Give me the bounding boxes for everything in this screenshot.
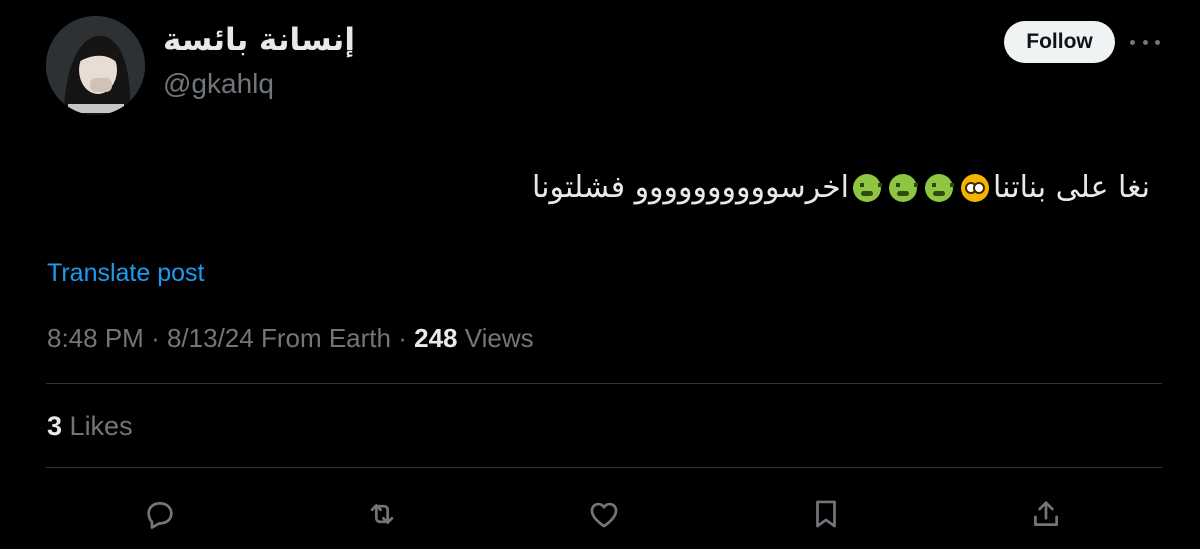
- flushed-face-emoji: [961, 174, 990, 202]
- reply-button[interactable]: [140, 494, 180, 534]
- views-count: 248: [414, 323, 458, 353]
- tweet-text: نغا على بناتنا اخرسوووووووووو فشلتونا: [440, 166, 1150, 210]
- share-icon: [1034, 501, 1058, 526]
- nauseated-face-emoji: [889, 174, 919, 202]
- bookmark-icon: [816, 500, 836, 528]
- translate-post-link[interactable]: Translate post: [47, 259, 204, 288]
- tweet-date[interactable]: 8/13/24: [167, 323, 254, 353]
- meta-separator: ·: [398, 323, 407, 353]
- author-handle[interactable]: @gkahlq: [163, 68, 274, 100]
- more-horizontal-icon: [1130, 39, 1135, 45]
- share-button[interactable]: [1026, 494, 1066, 534]
- meta-separator: ·: [151, 323, 160, 353]
- tweet-time[interactable]: 8:48 PM: [47, 323, 144, 353]
- avatar[interactable]: [46, 16, 145, 115]
- tweet-source: From Earth: [260, 323, 391, 353]
- tweet-text-part-2: اخرسوووووووووو فشلتونا: [531, 170, 850, 205]
- divider: [46, 383, 1162, 384]
- divider: [46, 467, 1162, 468]
- likes-stat[interactable]: 3 Likes: [47, 411, 133, 442]
- more-horizontal-icon-dot: [1155, 39, 1160, 45]
- follow-button[interactable]: Follow: [1004, 21, 1115, 63]
- likes-count: 3: [47, 411, 63, 441]
- tweet-meta: 8:48 PM · 8/13/24 From Earth · 248 Views: [47, 323, 534, 354]
- bookmark-button[interactable]: [806, 494, 846, 534]
- nauseated-face-emoji: [853, 174, 883, 202]
- views-label: Views: [464, 323, 534, 353]
- retweet-icon: [370, 504, 394, 524]
- nauseated-face-emoji: [925, 174, 955, 202]
- more-horizontal-icon-dot: [1142, 39, 1148, 45]
- like-button[interactable]: [584, 494, 624, 534]
- more-options-button[interactable]: [1130, 30, 1160, 54]
- likes-label: Likes: [69, 411, 133, 441]
- tweet-text-part-1: نغا على بناتنا: [993, 170, 1150, 205]
- retweet-button[interactable]: [362, 494, 402, 534]
- like-icon: [590, 502, 618, 528]
- user-avatar-photo: [46, 16, 145, 115]
- reply-icon: [147, 502, 173, 529]
- author-display-name[interactable]: إنسانة بائسة: [163, 22, 355, 58]
